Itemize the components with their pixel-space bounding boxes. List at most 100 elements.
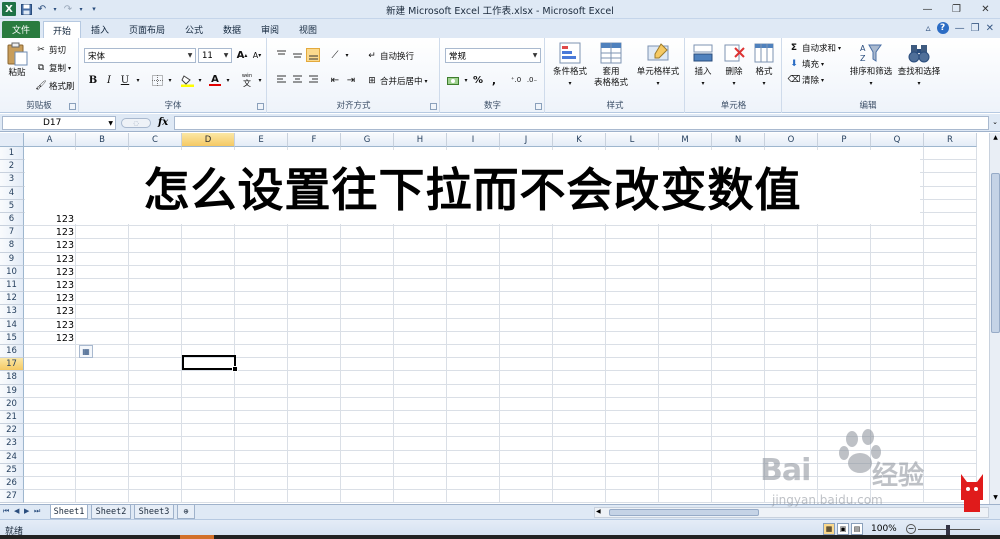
- new-sheet-icon[interactable]: ⊕: [177, 505, 195, 519]
- underline-button[interactable]: U: [118, 73, 132, 87]
- italic-button[interactable]: I: [102, 73, 116, 87]
- first-sheet-icon[interactable]: ⏮: [3, 507, 9, 516]
- doc-close-icon[interactable]: ✕: [986, 23, 994, 34]
- decrease-decimal-icon[interactable]: .0₋: [525, 73, 539, 87]
- delete-cells-button[interactable]: 删除 ▾: [720, 41, 748, 89]
- cell-a13[interactable]: 123: [24, 305, 76, 318]
- row-header-3[interactable]: 3: [0, 173, 24, 187]
- align-right-icon[interactable]: [306, 73, 320, 87]
- font-name-combo[interactable]: 宋体 ▼: [84, 48, 196, 63]
- column-header-k[interactable]: K: [553, 133, 606, 147]
- align-left-icon[interactable]: [274, 73, 288, 87]
- column-header-o[interactable]: O: [765, 133, 818, 147]
- align-middle-icon[interactable]: [290, 48, 304, 62]
- help-icon[interactable]: ?: [936, 22, 949, 34]
- doc-minimize-icon[interactable]: —: [955, 23, 965, 34]
- name-box[interactable]: D17 ▼: [2, 116, 116, 130]
- cell-a8[interactable]: 123: [24, 239, 76, 252]
- borders-icon[interactable]: [150, 73, 164, 87]
- clipboard-launcher-icon[interactable]: [69, 103, 76, 110]
- font-color-icon[interactable]: A: [208, 73, 222, 87]
- format-as-table-button[interactable]: 套用 表格格式: [590, 41, 632, 89]
- number-format-combo[interactable]: 常规 ▼: [445, 48, 541, 63]
- cell-a7[interactable]: 123: [24, 226, 76, 239]
- restore-icon[interactable]: ❐: [942, 0, 971, 18]
- next-sheet-icon[interactable]: ▶: [24, 507, 29, 515]
- horizontal-scroll-thumb[interactable]: [609, 509, 759, 516]
- row-header-14[interactable]: 14: [0, 318, 24, 332]
- sheet-tab-2[interactable]: Sheet2: [91, 505, 131, 519]
- row-header-20[interactable]: 20: [0, 397, 24, 411]
- fill-button[interactable]: ⬇ 填充 ▾: [788, 58, 824, 70]
- borders-dropdown-icon[interactable]: ▾: [163, 73, 177, 87]
- tab-view[interactable]: 视图: [292, 21, 324, 38]
- row-header-2[interactable]: 2: [0, 160, 24, 174]
- select-all-corner[interactable]: [0, 133, 24, 147]
- column-header-g[interactable]: G: [341, 133, 394, 147]
- tab-formulas[interactable]: 公式: [178, 21, 210, 38]
- percent-button[interactable]: %: [471, 73, 485, 87]
- column-header-m[interactable]: M: [659, 133, 712, 147]
- row-header-11[interactable]: 11: [0, 279, 24, 293]
- row-header-10[interactable]: 10: [0, 265, 24, 279]
- cell-a15[interactable]: 123: [24, 332, 76, 345]
- vertical-scroll-thumb[interactable]: [991, 173, 1000, 333]
- row-header-4[interactable]: 4: [0, 186, 24, 200]
- row-header-16[interactable]: 16: [0, 345, 24, 359]
- formula-bar-splitter[interactable]: ◌: [121, 118, 151, 128]
- worksheet-grid[interactable]: ABCDEFGHIJKLMNOPQR 1 2 3 4 5 6 7 8 9 10 11 12 13 14 15…: [0, 133, 990, 504]
- minimize-icon[interactable]: —: [913, 0, 942, 18]
- tab-file[interactable]: 文件: [2, 21, 40, 38]
- increase-indent-icon[interactable]: ⇥: [344, 73, 358, 87]
- formula-input[interactable]: [174, 116, 989, 130]
- close-icon[interactable]: ✕: [971, 0, 1000, 18]
- tab-home[interactable]: 开始: [43, 21, 81, 38]
- merge-center-button[interactable]: ⊞ 合并后居中 ▾: [366, 75, 427, 87]
- phonetic-icon[interactable]: wén 文: [240, 73, 254, 88]
- cell-a14[interactable]: 123: [24, 319, 76, 332]
- row-header-17[interactable]: 17: [0, 358, 24, 372]
- insert-cells-button[interactable]: 插入 ▾: [689, 41, 717, 89]
- font-color-dropdown-icon[interactable]: ▾: [221, 73, 235, 87]
- conditional-format-button[interactable]: 条件格式 ▾: [549, 41, 591, 89]
- format-painter-button[interactable]: 🖌 格式刷: [35, 80, 74, 92]
- decrease-indent-icon[interactable]: ⇤: [328, 73, 342, 87]
- cell-a11[interactable]: 123: [24, 279, 76, 292]
- copy-button[interactable]: ⧉ 复制 ▾: [35, 62, 71, 74]
- column-header-j[interactable]: J: [500, 133, 553, 147]
- column-header-l[interactable]: L: [606, 133, 659, 147]
- last-sheet-icon[interactable]: ⏭: [34, 507, 40, 516]
- column-header-c[interactable]: C: [129, 133, 182, 147]
- underline-dropdown-icon[interactable]: ▾: [131, 73, 145, 87]
- row-header-15[interactable]: 15: [0, 331, 24, 345]
- clear-button[interactable]: ⌫ 清除 ▾: [788, 74, 824, 86]
- tab-data[interactable]: 数据: [216, 21, 248, 38]
- row-header-18[interactable]: 18: [0, 371, 24, 385]
- column-header-p[interactable]: P: [818, 133, 871, 147]
- column-header-e[interactable]: E: [235, 133, 288, 147]
- wrap-text-button[interactable]: ↵ 自动换行: [366, 50, 414, 62]
- find-select-button[interactable]: 查找和选择 ▾: [895, 41, 943, 89]
- zoom-out-icon[interactable]: −: [906, 524, 916, 534]
- tab-insert[interactable]: 插入: [84, 21, 116, 38]
- fill-color-icon[interactable]: [180, 73, 194, 87]
- zoom-level[interactable]: 100%: [871, 524, 897, 534]
- column-header-q[interactable]: Q: [871, 133, 924, 147]
- scroll-left-icon[interactable]: ◀: [596, 508, 601, 515]
- page-break-view-icon[interactable]: ▤: [851, 523, 863, 535]
- row-header-26[interactable]: 26: [0, 477, 24, 491]
- alignment-launcher-icon[interactable]: [430, 103, 437, 110]
- cell-styles-button[interactable]: 单元格样式 ▾: [634, 41, 682, 89]
- currency-icon[interactable]: [446, 73, 460, 87]
- row-header-27[interactable]: 27: [0, 490, 24, 504]
- sheet-tab-3[interactable]: Sheet3: [134, 505, 174, 519]
- cut-button[interactable]: ✂ 剪切: [35, 44, 66, 56]
- shrink-font-icon[interactable]: A ▾: [250, 48, 264, 62]
- ribbon-minimize-icon[interactable]: ▵: [926, 23, 931, 34]
- tab-review[interactable]: 审阅: [254, 21, 286, 38]
- tab-page-layout[interactable]: 页面布局: [124, 21, 170, 38]
- column-header-h[interactable]: H: [394, 133, 447, 147]
- auto-fill-options-icon[interactable]: ▦: [79, 345, 93, 358]
- expand-formula-icon[interactable]: ⌄: [992, 118, 998, 126]
- align-bottom-icon[interactable]: [306, 48, 320, 62]
